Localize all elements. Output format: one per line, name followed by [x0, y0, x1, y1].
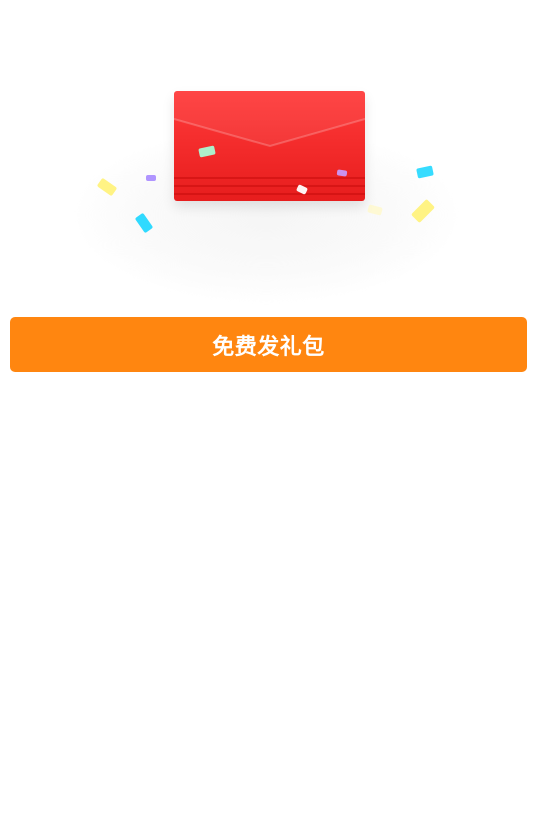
free-gift-pack-button-label: 免费发礼包 — [212, 333, 325, 359]
confetti-icon — [336, 169, 348, 177]
confetti-icon — [146, 175, 156, 181]
envelope-edge — [174, 185, 365, 187]
gift-hero — [0, 0, 533, 300]
envelope-edge — [174, 177, 365, 179]
red-envelope-icon — [174, 91, 365, 201]
envelope-edge — [174, 193, 365, 195]
free-gift-pack-button[interactable]: 免费发礼包 — [10, 317, 527, 372]
